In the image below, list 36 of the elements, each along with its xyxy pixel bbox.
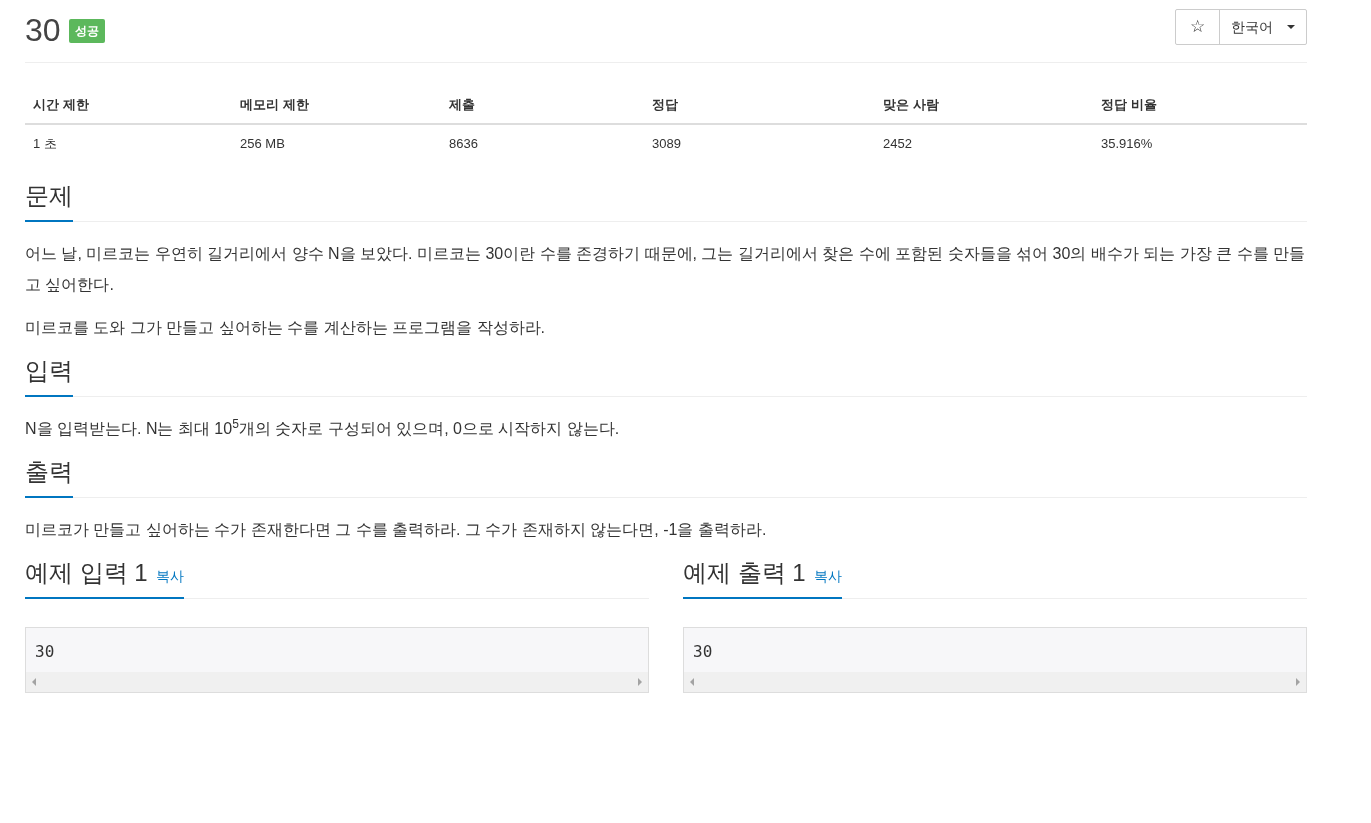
horizontal-scrollbar[interactable] — [684, 672, 1306, 692]
column-header: 시간 제한 — [25, 87, 232, 124]
paragraph: 미르코가 만들고 싶어하는 수가 존재한다면 그 수를 출력하라. 그 수가 존재하지 않는다면, -1을 출력하라. — [25, 520, 768, 540]
table-cell: 35.916% — [1093, 123, 1307, 162]
copy-link[interactable]: 복사 — [813, 566, 842, 587]
paragraph: 미르코를 도와 그가 만들고 싶어하는 수를 계산하는 프로그램을 작성하라. — [25, 318, 546, 338]
section-heading: 예제 출력 1 — [683, 558, 806, 588]
table-cell: 8636 — [441, 123, 644, 162]
status-label: 성공 — [68, 19, 105, 43]
table-cell: 256 MB — [232, 123, 441, 162]
column-header: 정답 — [644, 87, 875, 124]
scroll-left-icon[interactable] — [690, 678, 694, 686]
column-header: 메모리 제한 — [232, 87, 441, 124]
column-header: 맞은 사람 — [875, 87, 1093, 124]
section-heading: 출력 — [25, 457, 73, 487]
scroll-right-icon[interactable] — [638, 678, 642, 686]
table-cell: 3089 — [644, 123, 875, 162]
paragraph: 어느 날, 미르코는 우연히 길거리에서 양수 N을 보았다. 미르코는 30이란 수를 존경하기 때문에, 그는 길거리에서 찾은 수에 포함된 숫자들을 섞어 30의 배수가 되는 가장 큰 수를 만들고 싶어한다. — [25, 244, 1307, 295]
favorite-button[interactable]: ☆ — [1176, 10, 1220, 44]
problem-title: 30 — [25, 12, 61, 48]
caret-icon — [1287, 25, 1295, 29]
horizontal-scrollbar[interactable] — [26, 672, 648, 692]
section-heading: 문제 — [25, 181, 73, 211]
sample-text: 30 — [34, 641, 56, 663]
scroll-left-icon[interactable] — [32, 678, 36, 686]
copy-link[interactable]: 복사 — [155, 566, 184, 587]
language-dropdown[interactable]: 한국어 — [1220, 10, 1306, 44]
table-cell: 1 초 — [25, 123, 232, 162]
column-header: 제출 — [441, 87, 644, 124]
section-heading: 예제 입력 1 — [25, 558, 148, 588]
scroll-right-icon[interactable] — [1296, 678, 1300, 686]
column-header: 정답 비율 — [1093, 87, 1307, 124]
section-heading: 입력 — [25, 356, 73, 386]
table-cell: 2452 — [875, 123, 1093, 162]
sample-text: 30 — [692, 641, 714, 663]
paragraph: N을 입력받는다. N는 최대 10$^{5}$개의 숫자로 구성되어 있으며, 0으로 시작하지 않는다. — [25, 416, 621, 439]
